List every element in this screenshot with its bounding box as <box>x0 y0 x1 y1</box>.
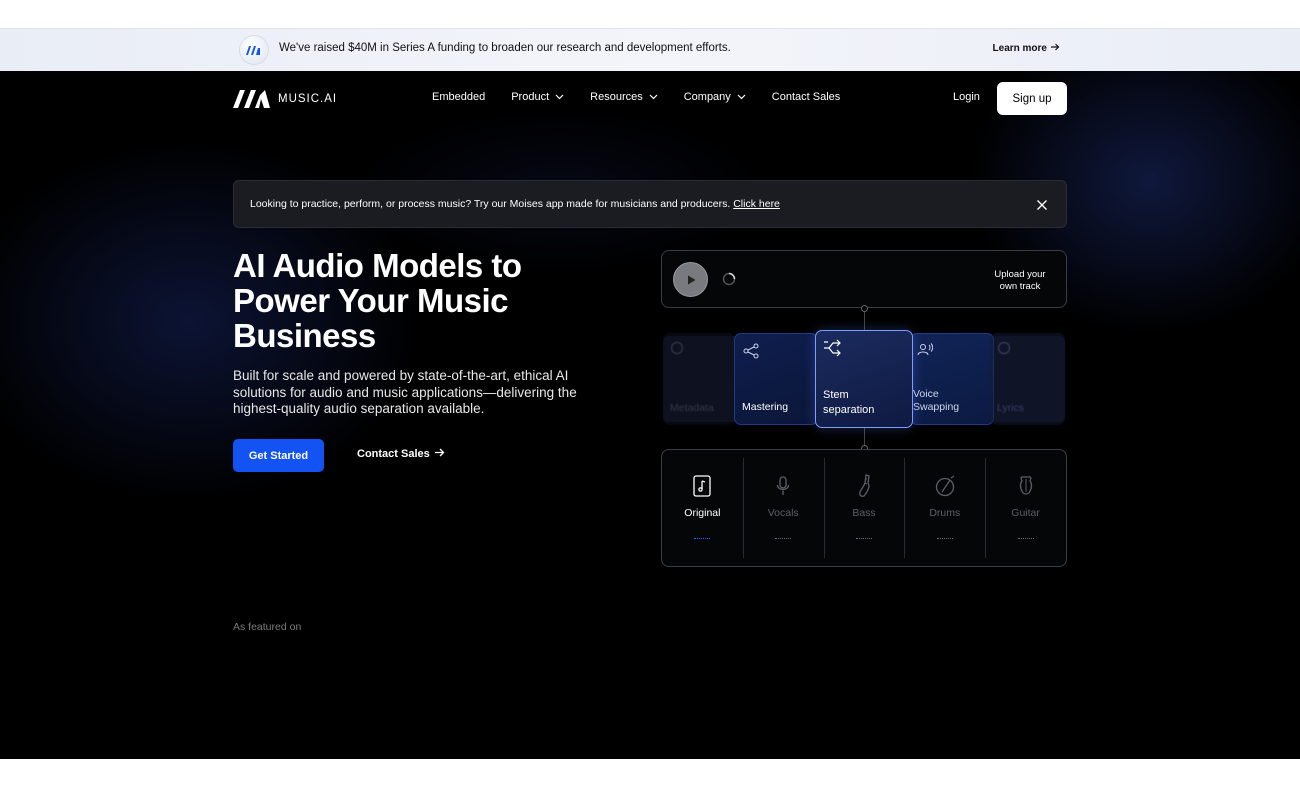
notice-text-wrap: Looking to practice, perform, or process… <box>250 198 780 210</box>
announcement-bar: We've raised $40M in Series A funding to… <box>0 28 1300 71</box>
stem-waveform <box>775 538 792 539</box>
browser-bottom-margin <box>0 759 1300 788</box>
close-icon[interactable] <box>1036 198 1048 216</box>
contact-sales-label: Contact Sales <box>357 448 430 460</box>
stem-drums[interactable]: Drums <box>904 450 985 566</box>
stem-label: Original <box>684 507 721 519</box>
browser-top-margin <box>0 0 1300 28</box>
hero-headline: AI Audio Models to Power Your Music Busi… <box>233 247 522 354</box>
upload-track-link[interactable]: Upload your own track <box>991 269 1049 292</box>
logo-text: MUSIC.AI <box>278 93 338 105</box>
split-arrows-icon <box>823 339 843 360</box>
nav-item-product[interactable]: Product <box>511 91 564 103</box>
chevron-down-icon <box>737 91 746 103</box>
logo-mark-icon <box>233 90 270 108</box>
stem-vocals[interactable]: Vocals <box>742 450 824 566</box>
model-card-stem-separation[interactable]: Stem separation <box>815 330 913 428</box>
featured-on-label: As featured on <box>233 621 302 633</box>
upload-player: Upload your own track <box>661 250 1067 308</box>
model-card-metadata[interactable]: Metadata <box>663 333 735 425</box>
stem-label: Bass <box>852 507 876 519</box>
arrow-right-icon <box>1051 43 1060 54</box>
notice-text: Looking to practice, perform, or process… <box>250 198 731 210</box>
card-label: Lyrics <box>997 402 1025 414</box>
info-icon <box>670 341 684 358</box>
stem-original[interactable]: Original <box>662 450 743 566</box>
learn-more-label: Learn more <box>992 43 1047 54</box>
stem-label: Drums <box>929 507 961 519</box>
announcement-message: We've raised $40M in Series A funding to… <box>279 42 731 54</box>
model-card-voice-swapping[interactable]: Voice Swapping <box>910 333 994 425</box>
bass-guitar-icon <box>856 474 872 498</box>
model-card-lyrics[interactable]: Lyrics <box>990 333 1065 425</box>
lyrics-icon <box>997 341 1011 358</box>
drum-icon <box>934 474 956 498</box>
music-file-icon <box>693 474 712 498</box>
nav-item-label: Resources <box>590 91 643 103</box>
stem-bass[interactable]: Bass <box>823 450 905 566</box>
get-started-button[interactable]: Get Started <box>233 439 324 472</box>
contact-sales-link[interactable]: Contact Sales <box>357 448 445 460</box>
nav-item-contact-sales[interactable]: Contact Sales <box>772 91 840 103</box>
card-label: Metadata <box>670 402 714 414</box>
notice-click-here-link[interactable]: Click here <box>733 198 780 210</box>
moises-notice-bar: Looking to practice, perform, or process… <box>233 180 1067 228</box>
signup-button[interactable]: Sign up <box>997 82 1067 115</box>
main-nav: Embedded Product Resources Company Conta… <box>432 91 840 103</box>
nav-item-embedded[interactable]: Embedded <box>432 91 485 103</box>
hero-subtext: Built for scale and powered by state-of-… <box>233 368 577 416</box>
nav-item-label: Company <box>683 91 731 103</box>
stem-label: Vocals <box>767 507 799 519</box>
guitar-icon <box>1017 474 1035 498</box>
voice-user-icon <box>917 342 934 359</box>
share-nodes-icon <box>742 342 760 363</box>
nav-item-company[interactable]: Company <box>684 91 746 103</box>
login-link[interactable]: Login <box>953 91 980 103</box>
stem-label: Guitar <box>1011 507 1040 519</box>
microphone-icon <box>776 474 790 498</box>
card-label: Mastering <box>742 401 789 413</box>
learn-more-link[interactable]: Learn more <box>993 43 1060 54</box>
brand-badge-icon <box>240 36 268 64</box>
brand-logo[interactable]: MUSIC.AI <box>233 90 337 108</box>
card-label: Voice Swapping <box>913 388 960 413</box>
connector-dot <box>861 305 868 312</box>
nav-item-resources[interactable]: Resources <box>590 91 658 103</box>
stem-waveform <box>855 538 872 539</box>
chevron-down-icon <box>555 91 564 103</box>
hero-section: MUSIC.AI Embedded Product Resources Comp… <box>0 71 1300 759</box>
nav-item-label: Contact Sales <box>771 91 841 103</box>
arrow-right-icon <box>434 448 445 460</box>
stem-waveform <box>694 538 711 539</box>
play-button[interactable] <box>673 262 708 297</box>
stem-waveform <box>1017 538 1034 539</box>
card-label: Stem separation <box>823 389 875 416</box>
play-icon <box>687 275 695 284</box>
stem-waveform <box>936 538 953 539</box>
stems-panel: Original Vocals Bass Drums Guitar <box>661 449 1067 567</box>
nav-item-label: Product <box>511 91 550 103</box>
stem-guitar[interactable]: Guitar <box>985 450 1066 566</box>
model-card-mastering[interactable]: Mastering <box>734 333 818 425</box>
chevron-down-icon <box>649 91 658 103</box>
loading-spinner-icon <box>722 272 736 286</box>
nav-item-label: Embedded <box>432 91 486 103</box>
